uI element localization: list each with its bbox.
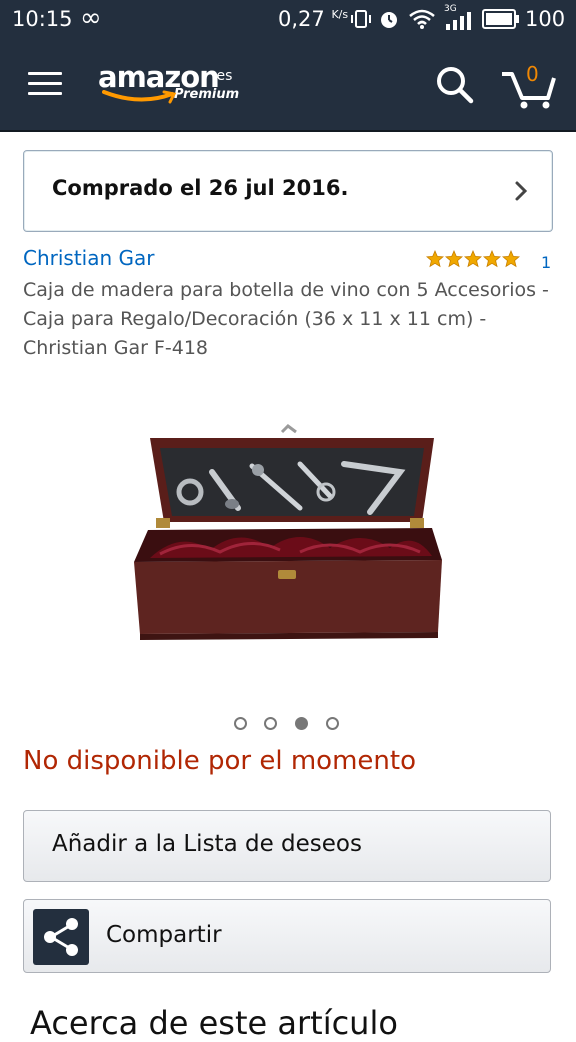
wishlist-button-label: Añadir a la Lista de deseos xyxy=(52,831,362,857)
cart-count: 0 xyxy=(526,62,539,86)
network-speed-unit: K/s xyxy=(331,8,349,21)
vibrate-icon xyxy=(351,10,371,28)
add-to-wishlist-button[interactable]: Añadir a la Lista de deseos xyxy=(23,810,551,882)
product-image[interactable] xyxy=(120,380,456,680)
pagination-dot-1[interactable] xyxy=(234,717,247,730)
status-time: 10:15 xyxy=(12,7,73,31)
pagination-dot-3-active[interactable] xyxy=(295,717,308,730)
status-bar: 10:15 ∞ 0,27 K/s 3G 100 xyxy=(0,0,576,40)
review-count[interactable]: 1 xyxy=(541,253,551,272)
share-button[interactable]: Compartir xyxy=(23,899,551,973)
purchase-history-card[interactable]: Comprado el 26 jul 2016. xyxy=(23,150,553,232)
share-icon xyxy=(33,909,89,965)
image-pagination xyxy=(234,717,344,735)
pagination-dot-2[interactable] xyxy=(264,717,277,730)
logo-smile-icon xyxy=(102,90,177,104)
rating-stars[interactable] xyxy=(426,250,522,268)
product-title: Caja de madera para botella de vino con … xyxy=(23,279,549,359)
wifi-icon xyxy=(409,9,435,29)
about-item-heading: Acerca de este artículo xyxy=(30,1004,398,1042)
logo-tld: .es xyxy=(212,68,233,84)
battery-icon xyxy=(482,9,519,29)
infinity-icon: ∞ xyxy=(80,3,102,33)
network-speed: 0,27 K/s xyxy=(278,7,348,31)
battery-level: 100 xyxy=(525,7,566,31)
alarm-icon xyxy=(381,12,397,28)
brand-link[interactable]: Christian Gar xyxy=(23,246,155,270)
logo-premium: Premium xyxy=(174,87,240,102)
availability-status: No disponible por el momento xyxy=(23,746,416,776)
cart-button[interactable]: 0 xyxy=(500,62,560,110)
pagination-dot-4[interactable] xyxy=(326,717,339,730)
search-icon[interactable] xyxy=(434,64,476,106)
menu-icon[interactable] xyxy=(28,72,62,96)
app-header: amazon .es Premium 0 xyxy=(0,40,576,132)
amazon-logo[interactable]: amazon .es Premium xyxy=(98,60,248,110)
purchase-date-text: Comprado el 26 jul 2016. xyxy=(52,176,349,200)
signal-icon xyxy=(446,12,471,30)
chevron-right-icon xyxy=(515,181,528,201)
network-speed-value: 0,27 xyxy=(278,7,325,31)
share-button-label: Compartir xyxy=(106,922,222,948)
